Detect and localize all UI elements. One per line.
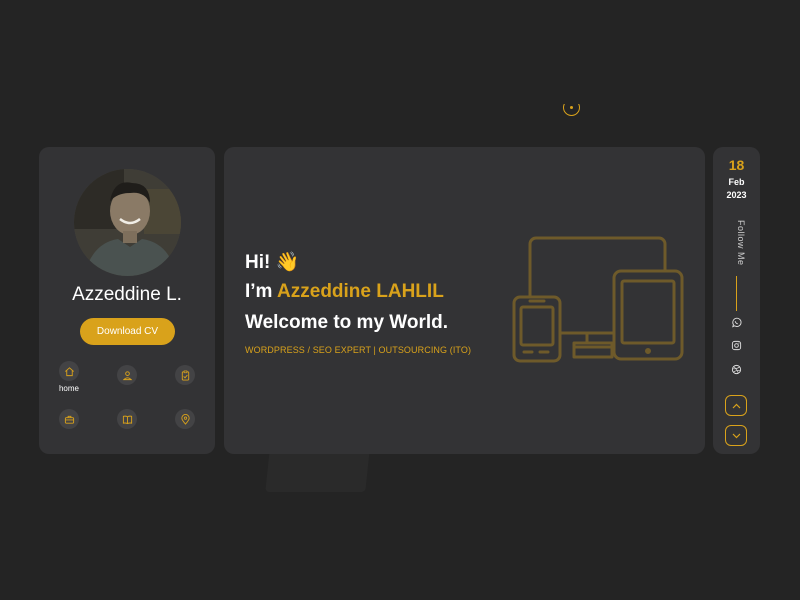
- location-pin-icon: [180, 413, 190, 425]
- download-cv-button[interactable]: Download CV: [80, 318, 175, 345]
- briefcase-icon: [64, 415, 74, 424]
- clipboard-icon: [181, 370, 189, 381]
- chevron-up-icon: [732, 403, 740, 408]
- date-day: 18: [728, 157, 745, 173]
- nav-portfolio-button[interactable]: [59, 409, 79, 429]
- loader-mask: [550, 80, 594, 104]
- dribbble-link[interactable]: [730, 363, 743, 376]
- scroll-up-button[interactable]: [725, 395, 747, 416]
- chevron-down-icon: [732, 433, 740, 438]
- nav-blog-button[interactable]: [117, 409, 137, 429]
- hero-welcome: Welcome to my World.: [245, 312, 449, 333]
- whatsapp-link[interactable]: [730, 316, 743, 329]
- profile-name: Azzeddine L.: [72, 284, 182, 305]
- nav-home-label: home: [58, 384, 79, 393]
- scroll-down-button[interactable]: [725, 425, 747, 446]
- hero-greeting: Hi! 👋: [245, 252, 300, 273]
- follow-me-label: Follow Me: [736, 220, 746, 266]
- book-icon: [122, 415, 132, 424]
- follow-divider: [736, 276, 737, 311]
- sidebar-card: 18 Feb 2023 Follow Me: [713, 147, 760, 454]
- hero-intro-name: Azzeddine LAHLIL: [277, 281, 444, 302]
- profile-card: Azzeddine L. Download CV home: [39, 147, 215, 454]
- user-icon: [122, 370, 132, 380]
- nav-home-button[interactable]: [59, 361, 79, 381]
- nav-about-button[interactable]: [117, 365, 137, 385]
- instagram-link[interactable]: [730, 339, 743, 352]
- hero-intro: I’m Azzeddine LAHLIL: [245, 281, 444, 303]
- date-year: 2023: [726, 190, 747, 200]
- home-icon: [64, 366, 74, 376]
- avatar: [74, 169, 181, 276]
- hero-card: Hi! 👋 I’m Azzeddine LAHLIL Welcome to my…: [224, 147, 705, 454]
- instagram-icon: [731, 340, 742, 351]
- dribbble-icon: [731, 364, 742, 375]
- hero-tagline: WORDPRESS / SEO EXPERT | OUTSOURCING (IT…: [245, 345, 472, 355]
- nav-resume-button[interactable]: [175, 365, 195, 385]
- hero-intro-prefix: I’m: [245, 281, 278, 302]
- date-month: Feb: [728, 177, 745, 187]
- whatsapp-icon: [732, 317, 742, 328]
- devices-icon: [512, 236, 684, 363]
- nav-contact-button[interactable]: [175, 409, 195, 429]
